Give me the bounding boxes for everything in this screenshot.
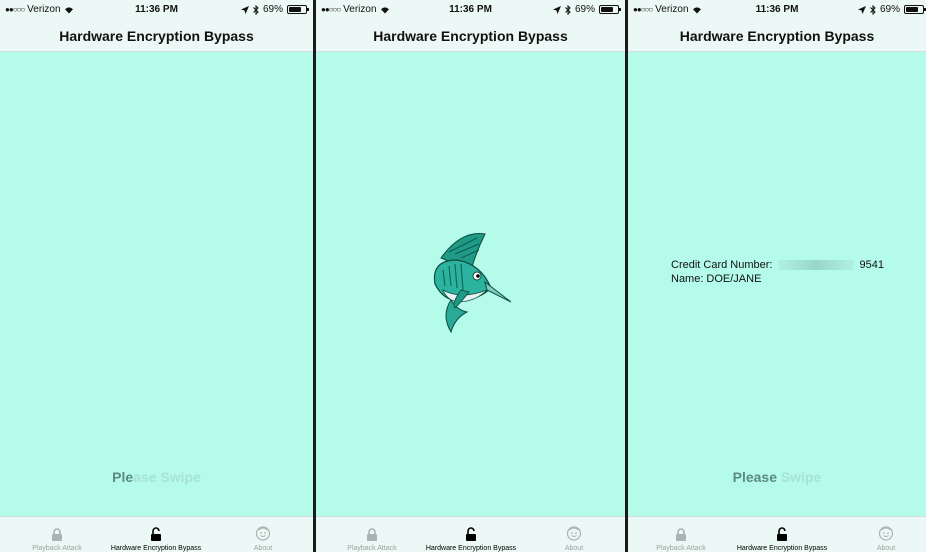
smiley-face-icon <box>524 523 624 541</box>
lock-open-icon <box>421 523 521 541</box>
tab-hardware-encryption-bypass[interactable]: Hardware Encryption Bypass <box>732 523 832 552</box>
tab-label: Hardware Encryption Bypass <box>425 545 517 552</box>
card-details: Credit Card Number: 9541 Name: DOE/JANE <box>671 258 884 286</box>
top-bar: ●●○○○ Verizon 11:36 PM 69% Hardware Encr… <box>628 0 926 52</box>
location-icon <box>857 5 866 14</box>
battery-percent: 69% <box>879 4 900 15</box>
tab-hardware-encryption-bypass[interactable]: Hardware Encryption Bypass <box>106 523 206 552</box>
card-number-redaction <box>778 260 855 270</box>
battery-icon <box>599 5 621 14</box>
swipe-hint[interactable]: Please Swipe <box>628 469 926 485</box>
battery-percent: 69% <box>262 4 283 15</box>
screen-3: ●●○○○ Verizon 11:36 PM 69% Hardware Encr… <box>628 0 926 552</box>
card-number-row: Credit Card Number: 9541 <box>671 258 884 272</box>
tab-label: Playback Attack <box>32 545 82 552</box>
tab-label: Hardware Encryption Bypass <box>110 545 202 552</box>
status-bar: ●●○○○ Verizon 11:36 PM 69% <box>628 3 926 19</box>
bluetooth-icon <box>870 4 876 15</box>
smiley-face-icon <box>836 523 926 541</box>
status-bar: ●●○○○ Verizon 11:36 PM 69% <box>316 3 625 19</box>
tab-bar: Playback Attack Hardware Encryption Bypa… <box>316 516 625 552</box>
lock-closed-icon <box>631 523 731 541</box>
swipe-hint-rest: ase Swipe <box>133 469 201 485</box>
tab-label: Playback Attack <box>656 545 706 552</box>
battery-icon <box>904 5 926 14</box>
card-name-label: Name: <box>671 273 704 285</box>
swipe-hint-highlight: Please <box>732 469 777 485</box>
lock-closed-icon <box>7 523 107 541</box>
tab-bar: Playback Attack Hardware Encryption Bypa… <box>628 516 926 552</box>
card-number-label: Credit Card Number: <box>671 259 773 271</box>
battery-icon <box>287 5 309 14</box>
tab-playback-attack[interactable]: Playback Attack <box>7 523 107 552</box>
location-icon <box>552 5 561 14</box>
battery-percent: 69% <box>574 4 595 15</box>
tab-label: Hardware Encryption Bypass <box>736 545 828 552</box>
tab-label: About <box>564 545 584 552</box>
tab-about[interactable]: About <box>213 523 313 552</box>
nav-title: Hardware Encryption Bypass <box>59 28 254 44</box>
smiley-face-icon <box>213 523 313 541</box>
tab-hardware-encryption-bypass[interactable]: Hardware Encryption Bypass <box>421 523 521 552</box>
card-number-last4: 9541 <box>859 259 884 271</box>
location-icon <box>240 5 249 14</box>
nav-title: Hardware Encryption Bypass <box>373 28 568 44</box>
swipe-hint-highlight: Ple <box>112 469 134 485</box>
screen-2: ●●○○○ Verizon 11:36 PM 69% Hardware Encr… <box>316 0 625 552</box>
tab-about[interactable]: About <box>524 523 624 552</box>
card-name-value: DOE/JANE <box>706 273 762 285</box>
lock-open-icon <box>106 523 206 541</box>
tab-label: About <box>876 545 896 552</box>
nav-title: Hardware Encryption Bypass <box>679 28 875 44</box>
tab-label: About <box>253 545 273 552</box>
screen-1: ●●○○○ Verizon 11:36 PM 69% Hardware Encr… <box>0 0 313 552</box>
lock-closed-icon <box>322 523 422 541</box>
tab-playback-attack[interactable]: Playback Attack <box>322 523 422 552</box>
card-name-row: Name: DOE/JANE <box>671 272 884 286</box>
tab-about[interactable]: About <box>836 523 926 552</box>
tab-bar: Playback Attack Hardware Encryption Bypa… <box>0 516 313 552</box>
swordfish-icon <box>421 230 512 340</box>
bluetooth-icon <box>253 4 259 15</box>
bluetooth-icon <box>565 4 571 15</box>
status-bar: ●●○○○ Verizon 11:36 PM 69% <box>0 3 313 19</box>
tab-playback-attack[interactable]: Playback Attack <box>631 523 731 552</box>
top-bar: ●●○○○ Verizon 11:36 PM 69% Hardware Encr… <box>0 0 313 52</box>
lock-open-icon <box>732 523 832 541</box>
swipe-hint-rest: Swipe <box>777 469 822 485</box>
tab-label: Playback Attack <box>347 545 397 552</box>
top-bar: ●●○○○ Verizon 11:36 PM 69% Hardware Encr… <box>316 0 625 52</box>
swipe-hint[interactable]: Please Swipe <box>0 469 313 485</box>
